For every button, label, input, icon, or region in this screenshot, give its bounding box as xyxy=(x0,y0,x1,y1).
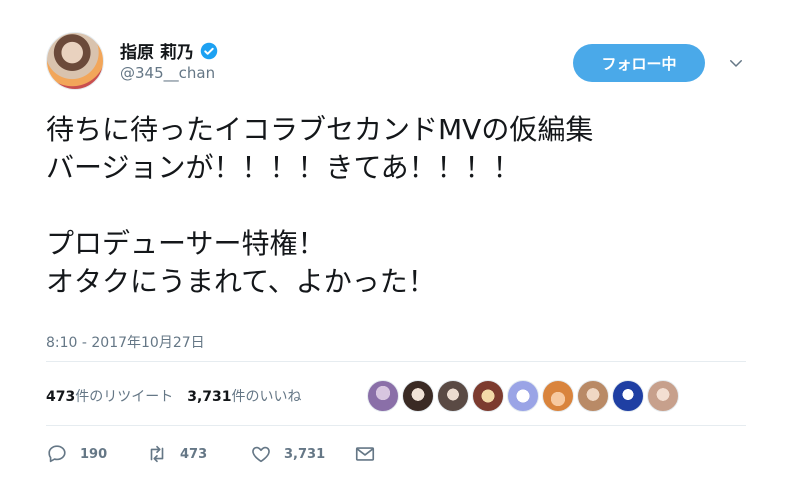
reply-button[interactable]: 190 xyxy=(46,443,146,465)
divider xyxy=(46,425,746,426)
engagement-stats: 473件のリツイート 3,731件のいいね xyxy=(46,372,746,420)
following-button[interactable]: フォロー中 xyxy=(573,44,705,82)
liker-avatar[interactable] xyxy=(367,380,399,412)
liker-avatar[interactable] xyxy=(577,380,609,412)
retweet-stat[interactable]: 473件のリツイート xyxy=(46,386,173,406)
display-name[interactable]: 指原 莉乃 xyxy=(120,38,194,63)
verified-icon xyxy=(200,42,218,59)
tweet-actions: 190 473 3,731 xyxy=(46,440,388,468)
liker-avatars xyxy=(367,372,679,420)
reply-count: 190 xyxy=(80,446,108,462)
liker-avatar[interactable] xyxy=(647,380,679,412)
retweet-count: 473 xyxy=(180,446,208,462)
retweet-icon xyxy=(150,445,164,463)
tweet-text-line: プロデューサー特権！ xyxy=(46,227,326,260)
like-stat-label: 件のいいね xyxy=(231,389,302,405)
liker-avatar[interactable] xyxy=(437,380,469,412)
tweet-timestamp[interactable]: 8:10 - 2017年10月27日 xyxy=(46,332,205,352)
liker-avatar[interactable] xyxy=(472,380,504,412)
like-icon xyxy=(252,446,270,463)
liker-avatar[interactable] xyxy=(612,380,644,412)
retweet-stat-label: 件のリツイート xyxy=(75,389,174,405)
reply-icon xyxy=(48,445,66,463)
tweet-text-line: 待ちに待ったイコラブセカンドMVの仮編集 xyxy=(46,113,594,146)
liker-avatar[interactable] xyxy=(507,380,539,412)
message-icon xyxy=(355,447,375,461)
like-count: 3,731 xyxy=(284,446,326,462)
liker-avatar[interactable] xyxy=(402,380,434,412)
tweet-text-spacer xyxy=(46,187,746,225)
like-stat[interactable]: 3,731件のいいね xyxy=(187,386,301,406)
like-stat-count: 3,731 xyxy=(187,389,232,405)
liker-avatar[interactable] xyxy=(542,380,574,412)
tweet-header: 指原 莉乃 @345__chan フォロー中 xyxy=(46,32,756,92)
handle[interactable]: @345__chan xyxy=(120,64,215,82)
author-name-row[interactable]: 指原 莉乃 xyxy=(120,38,218,63)
tweet-text-line: オタクにうまれて、よかった！ xyxy=(46,265,436,298)
tweet-text: 待ちに待ったイコラブセカンドMVの仮編集 バージョンが！！！！きてあ！！！！ プ… xyxy=(46,111,746,301)
chevron-down-icon[interactable] xyxy=(727,54,745,72)
tweet-text-line: バージョンが！！！！きてあ！！！！ xyxy=(46,151,521,184)
direct-message-button[interactable] xyxy=(354,443,388,465)
retweet-stat-count: 473 xyxy=(46,389,76,405)
retweet-button[interactable]: 473 xyxy=(146,443,250,465)
avatar[interactable] xyxy=(46,32,104,90)
divider xyxy=(46,361,746,362)
like-button[interactable]: 3,731 xyxy=(250,443,354,465)
